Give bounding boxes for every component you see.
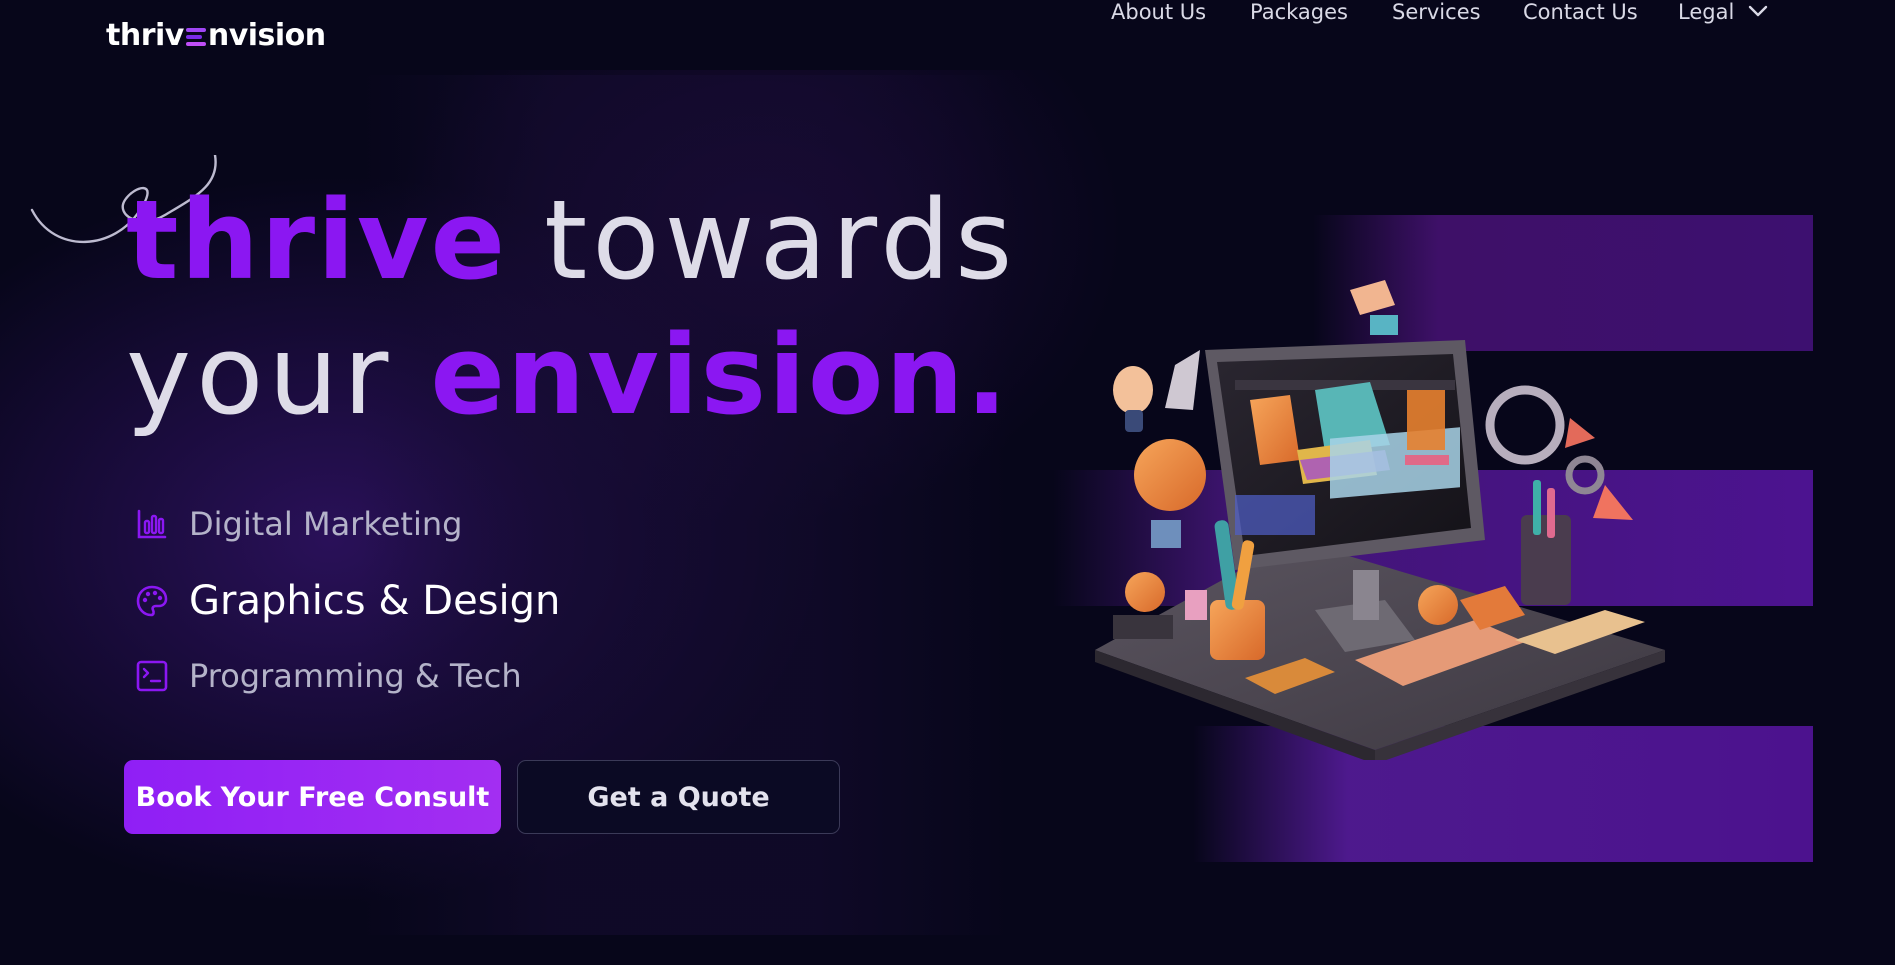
service-label: Programming & Tech <box>189 657 522 695</box>
site-header: thriv nvision About Us Packages Services… <box>0 0 1895 72</box>
heading-dot: . <box>965 311 1010 439</box>
logo-text-thriv: thriv <box>106 18 184 53</box>
nav-packages[interactable]: Packages <box>1250 0 1348 24</box>
heading-word-towards: towards <box>544 176 1018 304</box>
logo-e-mark-icon <box>185 28 206 46</box>
heading-word-envision: envision <box>430 311 966 439</box>
service-label: Digital Marketing <box>189 505 463 543</box>
heading-word-thrive: thrive <box>126 176 508 304</box>
get-quote-button[interactable]: Get a Quote <box>517 760 840 834</box>
nav-contact-us[interactable]: Contact Us <box>1523 0 1638 24</box>
service-item-digital-marketing: Digital Marketing <box>135 505 462 543</box>
palette-icon <box>136 585 168 617</box>
logo-text-nvision: nvision <box>207 18 326 53</box>
nav-legal-dropdown[interactable]: Legal <box>1678 0 1768 24</box>
service-label: Graphics & Design <box>189 578 561 624</box>
hero-heading-line-2: your envision. <box>126 320 1010 430</box>
workspace-illustration <box>1095 280 1665 760</box>
nav-services[interactable]: Services <box>1392 0 1481 24</box>
nav-about-us[interactable]: About Us <box>1111 0 1206 24</box>
hero-heading-line-1: thrive towards <box>126 185 1017 295</box>
service-item-graphics-design: Graphics & Design <box>135 578 560 624</box>
book-consult-button[interactable]: Book Your Free Consult <box>124 760 501 834</box>
chevron-down-icon <box>1749 5 1768 17</box>
terminal-icon <box>136 660 168 692</box>
logo[interactable]: thriv nvision <box>106 18 326 53</box>
nav-legal-label: Legal <box>1678 0 1735 24</box>
service-item-programming-tech: Programming & Tech <box>135 657 522 695</box>
bar-chart-icon <box>137 509 167 539</box>
heading-word-your: your <box>126 311 394 439</box>
